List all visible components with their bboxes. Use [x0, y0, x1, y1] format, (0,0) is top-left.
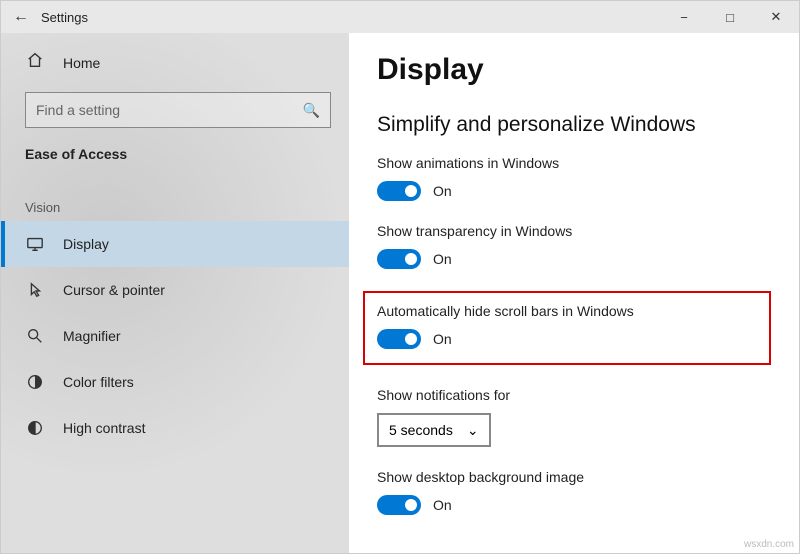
search-icon: 🔍 [303, 102, 320, 119]
cursor-icon [25, 281, 45, 299]
sidebar-item-label: Display [63, 236, 109, 252]
sidebar-item-magnifier[interactable]: Magnifier [1, 313, 349, 359]
toggle-state: On [433, 251, 452, 267]
search-input[interactable] [36, 102, 303, 118]
setting-label: Show desktop background image [377, 469, 771, 485]
sidebar-heading: Ease of Access [1, 146, 349, 170]
page-title: Display [377, 53, 771, 87]
close-icon: ✕ [771, 9, 782, 25]
minimize-icon: − [680, 10, 688, 25]
sidebar: Home 🔍 Ease of Access Vision Display Cur… [1, 33, 349, 553]
setting-background: Show desktop background image On [377, 469, 771, 515]
titlebar: ← Settings − □ ✕ [1, 1, 799, 33]
toggle-state: On [433, 183, 452, 199]
sidebar-item-color-filters[interactable]: Color filters [1, 359, 349, 405]
toggle-animations[interactable] [377, 181, 421, 201]
sidebar-group-vision: Vision [1, 170, 349, 221]
select-value: 5 seconds [389, 422, 453, 438]
toggle-scrollbars[interactable] [377, 329, 421, 349]
arrow-left-icon: ← [13, 8, 29, 25]
section-title: Simplify and personalize Windows [377, 113, 771, 137]
watermark: wsxdn.com [744, 539, 794, 550]
setting-label: Show animations in Windows [377, 155, 771, 171]
setting-transparency: Show transparency in Windows On [377, 223, 771, 269]
window-body: Home 🔍 Ease of Access Vision Display Cur… [1, 33, 799, 553]
toggle-state: On [433, 497, 452, 513]
toggle-background[interactable] [377, 495, 421, 515]
chevron-down-icon: ⌄ [467, 422, 479, 439]
notifications-select[interactable]: 5 seconds ⌄ [377, 413, 491, 447]
settings-window: ← Settings − □ ✕ Home 🔍 Ease of Access V… [0, 0, 800, 554]
toggle-state: On [433, 331, 452, 347]
close-button[interactable]: ✕ [753, 1, 799, 33]
magnifier-icon [25, 327, 45, 345]
sidebar-item-display[interactable]: Display [1, 221, 349, 267]
search-box[interactable]: 🔍 [25, 92, 331, 128]
back-button[interactable]: ← [1, 8, 41, 26]
sidebar-item-label: Cursor & pointer [63, 282, 165, 298]
high-contrast-icon [25, 419, 45, 437]
setting-label: Show notifications for [377, 387, 771, 403]
sidebar-item-high-contrast[interactable]: High contrast [1, 405, 349, 451]
setting-label: Show transparency in Windows [377, 223, 771, 239]
setting-notifications: Show notifications for 5 seconds ⌄ [377, 387, 771, 447]
setting-animations: Show animations in Windows On [377, 155, 771, 201]
sidebar-item-label: Magnifier [63, 328, 121, 344]
setting-label: Automatically hide scroll bars in Window… [377, 303, 757, 319]
color-filters-icon [25, 373, 45, 391]
minimize-button[interactable]: − [661, 1, 707, 33]
home-icon [25, 51, 45, 74]
content-pane: Display Simplify and personalize Windows… [349, 33, 799, 553]
display-icon [25, 235, 45, 253]
toggle-transparency[interactable] [377, 249, 421, 269]
home-label: Home [63, 55, 100, 71]
sidebar-item-label: Color filters [63, 374, 134, 390]
window-controls: − □ ✕ [661, 1, 799, 33]
window-title: Settings [41, 10, 88, 25]
maximize-icon: □ [726, 10, 734, 25]
setting-scrollbars: Automatically hide scroll bars in Window… [363, 291, 771, 365]
maximize-button[interactable]: □ [707, 1, 753, 33]
sidebar-item-label: High contrast [63, 420, 145, 436]
sidebar-item-cursor[interactable]: Cursor & pointer [1, 267, 349, 313]
home-nav[interactable]: Home [1, 33, 349, 92]
